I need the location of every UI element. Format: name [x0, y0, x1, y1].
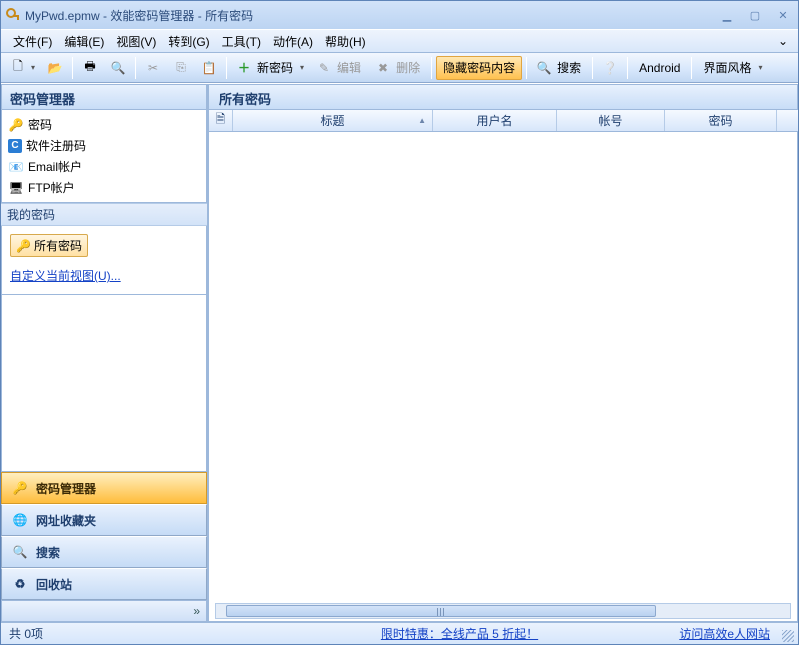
titlebar: MyPwd.epmw - 效能密码管理器 - 所有密码 ▁ ▢ ✕ — [1, 1, 798, 29]
key-icon: 🔑 — [10, 478, 30, 498]
title-section: 所有密码 — [205, 9, 253, 23]
menu-file[interactable]: 文件(F) — [7, 31, 58, 52]
menubar-chevron-icon[interactable]: ⌄ — [774, 34, 792, 48]
print-preview-button[interactable]: 🔍 — [105, 56, 131, 80]
resize-grip-icon[interactable] — [782, 630, 794, 642]
horizontal-scrollbar[interactable] — [215, 603, 791, 619]
close-button[interactable]: ✕ — [772, 7, 794, 23]
main-header: 所有密码 — [209, 84, 798, 110]
title-app: 效能密码管理器 — [110, 9, 194, 23]
print-icon: 🖶 — [82, 60, 98, 76]
new-doc-button[interactable]: 🗋▾ — [5, 56, 40, 80]
tree-item-email[interactable]: 📧Email帐户 — [4, 156, 204, 177]
table-header: 🗎 标题 用户名 帐号 密码 — [209, 110, 798, 132]
menu-edit[interactable]: 编辑(E) — [58, 31, 110, 52]
minimize-button[interactable]: ▁ — [716, 7, 738, 23]
edit-button[interactable]: ✎编辑 — [311, 56, 368, 80]
main-area: 所有密码 🗎 标题 用户名 帐号 密码 — [209, 84, 798, 622]
android-button[interactable]: Android — [632, 56, 687, 80]
title-filename: MyPwd.epmw — [25, 9, 100, 23]
menu-help[interactable]: 帮助(H) — [319, 31, 372, 52]
tree-item-passwords[interactable]: 🔑密码 — [4, 114, 204, 135]
maximize-button[interactable]: ▢ — [744, 7, 766, 23]
my-passwords-label: 我的密码 — [1, 203, 207, 226]
menubar: 文件(F) 编辑(E) 视图(V) 转到(G) 工具(T) 动作(A) 帮助(H… — [1, 29, 798, 53]
menu-goto[interactable]: 转到(G) — [162, 31, 215, 52]
c-icon: C — [8, 139, 22, 153]
nav-favorites[interactable]: 🌐网址收藏夹 — [1, 504, 207, 536]
search-icon: 🔍 — [536, 60, 552, 76]
status-promo-link[interactable]: 限时特惠：全线产品 5 折起！ — [381, 627, 538, 641]
delete-icon: ✖ — [375, 60, 391, 76]
category-tree: 🔑密码 C软件注册码 📧Email帐户 🖥FTP帐户 — [1, 110, 207, 203]
globe-icon: 🌐 — [10, 510, 30, 530]
hide-content-button[interactable]: 隐藏密码内容 — [436, 56, 522, 80]
search-button[interactable]: 🔍搜索 — [531, 56, 588, 80]
toolbar: 🗋▾ 📂 🖶 🔍 ✂ ⎘ 📋 ＋新密码▾ ✎编辑 ✖删除 隐藏密码内容 🔍搜索 … — [1, 53, 798, 83]
email-icon: 📧 — [8, 159, 24, 175]
new-doc-icon: 🗋 — [10, 60, 26, 76]
doc-icon: 🗎 — [216, 110, 226, 131]
paste-icon: 📋 — [201, 60, 217, 76]
print-button[interactable]: 🖶 — [77, 56, 103, 80]
ui-style-button[interactable]: 界面风格▾ — [696, 56, 767, 80]
sidebar: 密码管理器 🔑密码 C软件注册码 📧Email帐户 🖥FTP帐户 我的密码 🔑所… — [1, 84, 209, 622]
tree-item-software[interactable]: C软件注册码 — [4, 135, 204, 156]
menu-tools[interactable]: 工具(T) — [216, 31, 267, 52]
print-preview-icon: 🔍 — [110, 60, 126, 76]
key-icon: 🔑 — [8, 117, 24, 133]
menu-action[interactable]: 动作(A) — [267, 31, 319, 52]
sidebar-header: 密码管理器 — [1, 84, 207, 110]
recycle-icon: ♻ — [10, 574, 30, 594]
new-password-button[interactable]: ＋新密码▾ — [231, 56, 309, 80]
col-title[interactable]: 标题 — [233, 110, 433, 131]
pencil-icon: ✎ — [316, 60, 332, 76]
key-icon: 🔑 — [16, 239, 31, 253]
status-bar: 共 0项 限时特惠：全线产品 5 折起！ 访问高效e人网站 — [1, 622, 798, 644]
status-site-link[interactable]: 访问高效e人网站 — [679, 627, 770, 641]
table-body — [209, 132, 798, 622]
col-user[interactable]: 用户名 — [433, 110, 557, 131]
nav-expand-button[interactable]: » — [1, 600, 207, 622]
ftp-icon: 🖥 — [8, 180, 24, 196]
plus-icon: ＋ — [236, 60, 252, 76]
nav-recycle[interactable]: ♻回收站 — [1, 568, 207, 600]
cut-icon: ✂ — [145, 60, 161, 76]
nav-password-manager[interactable]: 🔑密码管理器 — [1, 472, 207, 504]
help-icon: ❔ — [602, 60, 618, 76]
search-icon: 🔍 — [10, 542, 30, 562]
delete-button[interactable]: ✖删除 — [370, 56, 427, 80]
customize-view-link[interactable]: 自定义当前视图(U)... — [4, 261, 204, 290]
col-doc[interactable]: 🗎 — [209, 110, 233, 131]
tree-item-ftp[interactable]: 🖥FTP帐户 — [4, 177, 204, 198]
help-button[interactable]: ❔ — [597, 56, 623, 80]
col-account[interactable]: 帐号 — [557, 110, 665, 131]
copy-icon: ⎘ — [173, 60, 189, 76]
open-button[interactable]: 📂 — [42, 56, 68, 80]
nav-panes: 🔑密码管理器 🌐网址收藏夹 🔍搜索 ♻回收站 — [1, 472, 207, 600]
col-password[interactable]: 密码 — [665, 110, 777, 131]
nav-search[interactable]: 🔍搜索 — [1, 536, 207, 568]
copy-button[interactable]: ⎘ — [168, 56, 194, 80]
open-folder-icon: 📂 — [47, 60, 63, 76]
status-count: 共 0项 — [9, 625, 289, 642]
cut-button[interactable]: ✂ — [140, 56, 166, 80]
app-icon — [5, 7, 21, 23]
menu-view[interactable]: 视图(V) — [110, 31, 162, 52]
all-passwords-button[interactable]: 🔑所有密码 — [10, 234, 88, 257]
paste-button[interactable]: 📋 — [196, 56, 222, 80]
